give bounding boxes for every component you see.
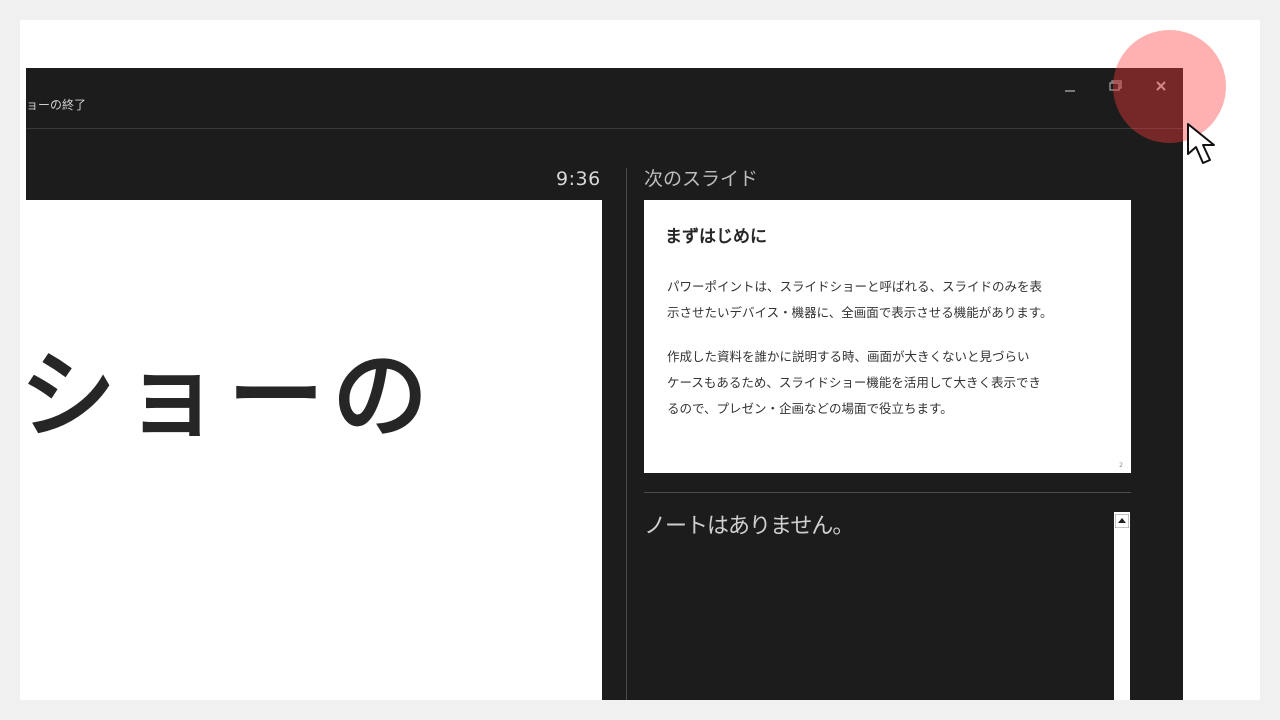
elapsed-timer: 9:36 (556, 168, 601, 190)
next-slide-paragraph: 作成した資料を誰かに説明する時、画面が大きくないと見づらい ケースもあるため、ス… (667, 344, 1117, 422)
next-slide-line: ケースもあるため、スライドショー機能を活用して大きく表示でき (667, 375, 1042, 390)
end-slide-show-button[interactable]: ョーの終了 (26, 96, 86, 113)
minimize-button[interactable] (1055, 74, 1085, 96)
scroll-up-button[interactable] (1114, 513, 1130, 529)
minimize-icon (1055, 74, 1085, 96)
current-slide-preview: ショーの (26, 200, 602, 700)
title-bar: ョーの終了 (26, 68, 1183, 129)
next-slide-body: パワーポイントは、スライドショーと呼ばれる、スライドのみを表 示させたいデバイス… (667, 274, 1117, 440)
notes-scrollbar[interactable] (1114, 512, 1130, 700)
current-slide-title: ショーの (26, 340, 436, 452)
next-slide-line: パワーポイントは、スライドショーと呼ばれる、スライドのみを表 (667, 279, 1043, 294)
next-slide-line: 示させたいデバイス・機器に、全画面で表示させる機能があります。 (667, 305, 1053, 320)
next-slide-title: まずはじめに (665, 227, 767, 247)
next-slide-preview[interactable]: まずはじめに パワーポイントは、スライドショーと呼ばれる、スライドのみを表 示さ… (644, 200, 1131, 473)
next-slide-page-number: 2 (1119, 462, 1123, 469)
pane-divider (626, 168, 627, 700)
screenshot-canvas: ョーの終了 9:36 ショーの 次のスライド まずはじめに パワーポイントは、ス… (20, 20, 1260, 700)
mouse-cursor-icon (1186, 122, 1232, 172)
notes-divider (644, 492, 1131, 493)
next-slide-line: るので、プレゼン・企画などの場面で役立ちます。 (667, 401, 953, 416)
next-slide-label: 次のスライド (644, 168, 759, 190)
presenter-view-window: ョーの終了 9:36 ショーの 次のスライド まずはじめに パワーポイントは、ス… (26, 68, 1183, 700)
scroll-up-arrow-icon (1114, 513, 1130, 532)
speaker-notes: ノートはありません。 (644, 514, 854, 539)
next-slide-line: 作成した資料を誰かに説明する時、画面が大きくないと見づらい (667, 349, 1030, 364)
next-slide-paragraph: パワーポイントは、スライドショーと呼ばれる、スライドのみを表 示させたいデバイス… (667, 274, 1117, 326)
